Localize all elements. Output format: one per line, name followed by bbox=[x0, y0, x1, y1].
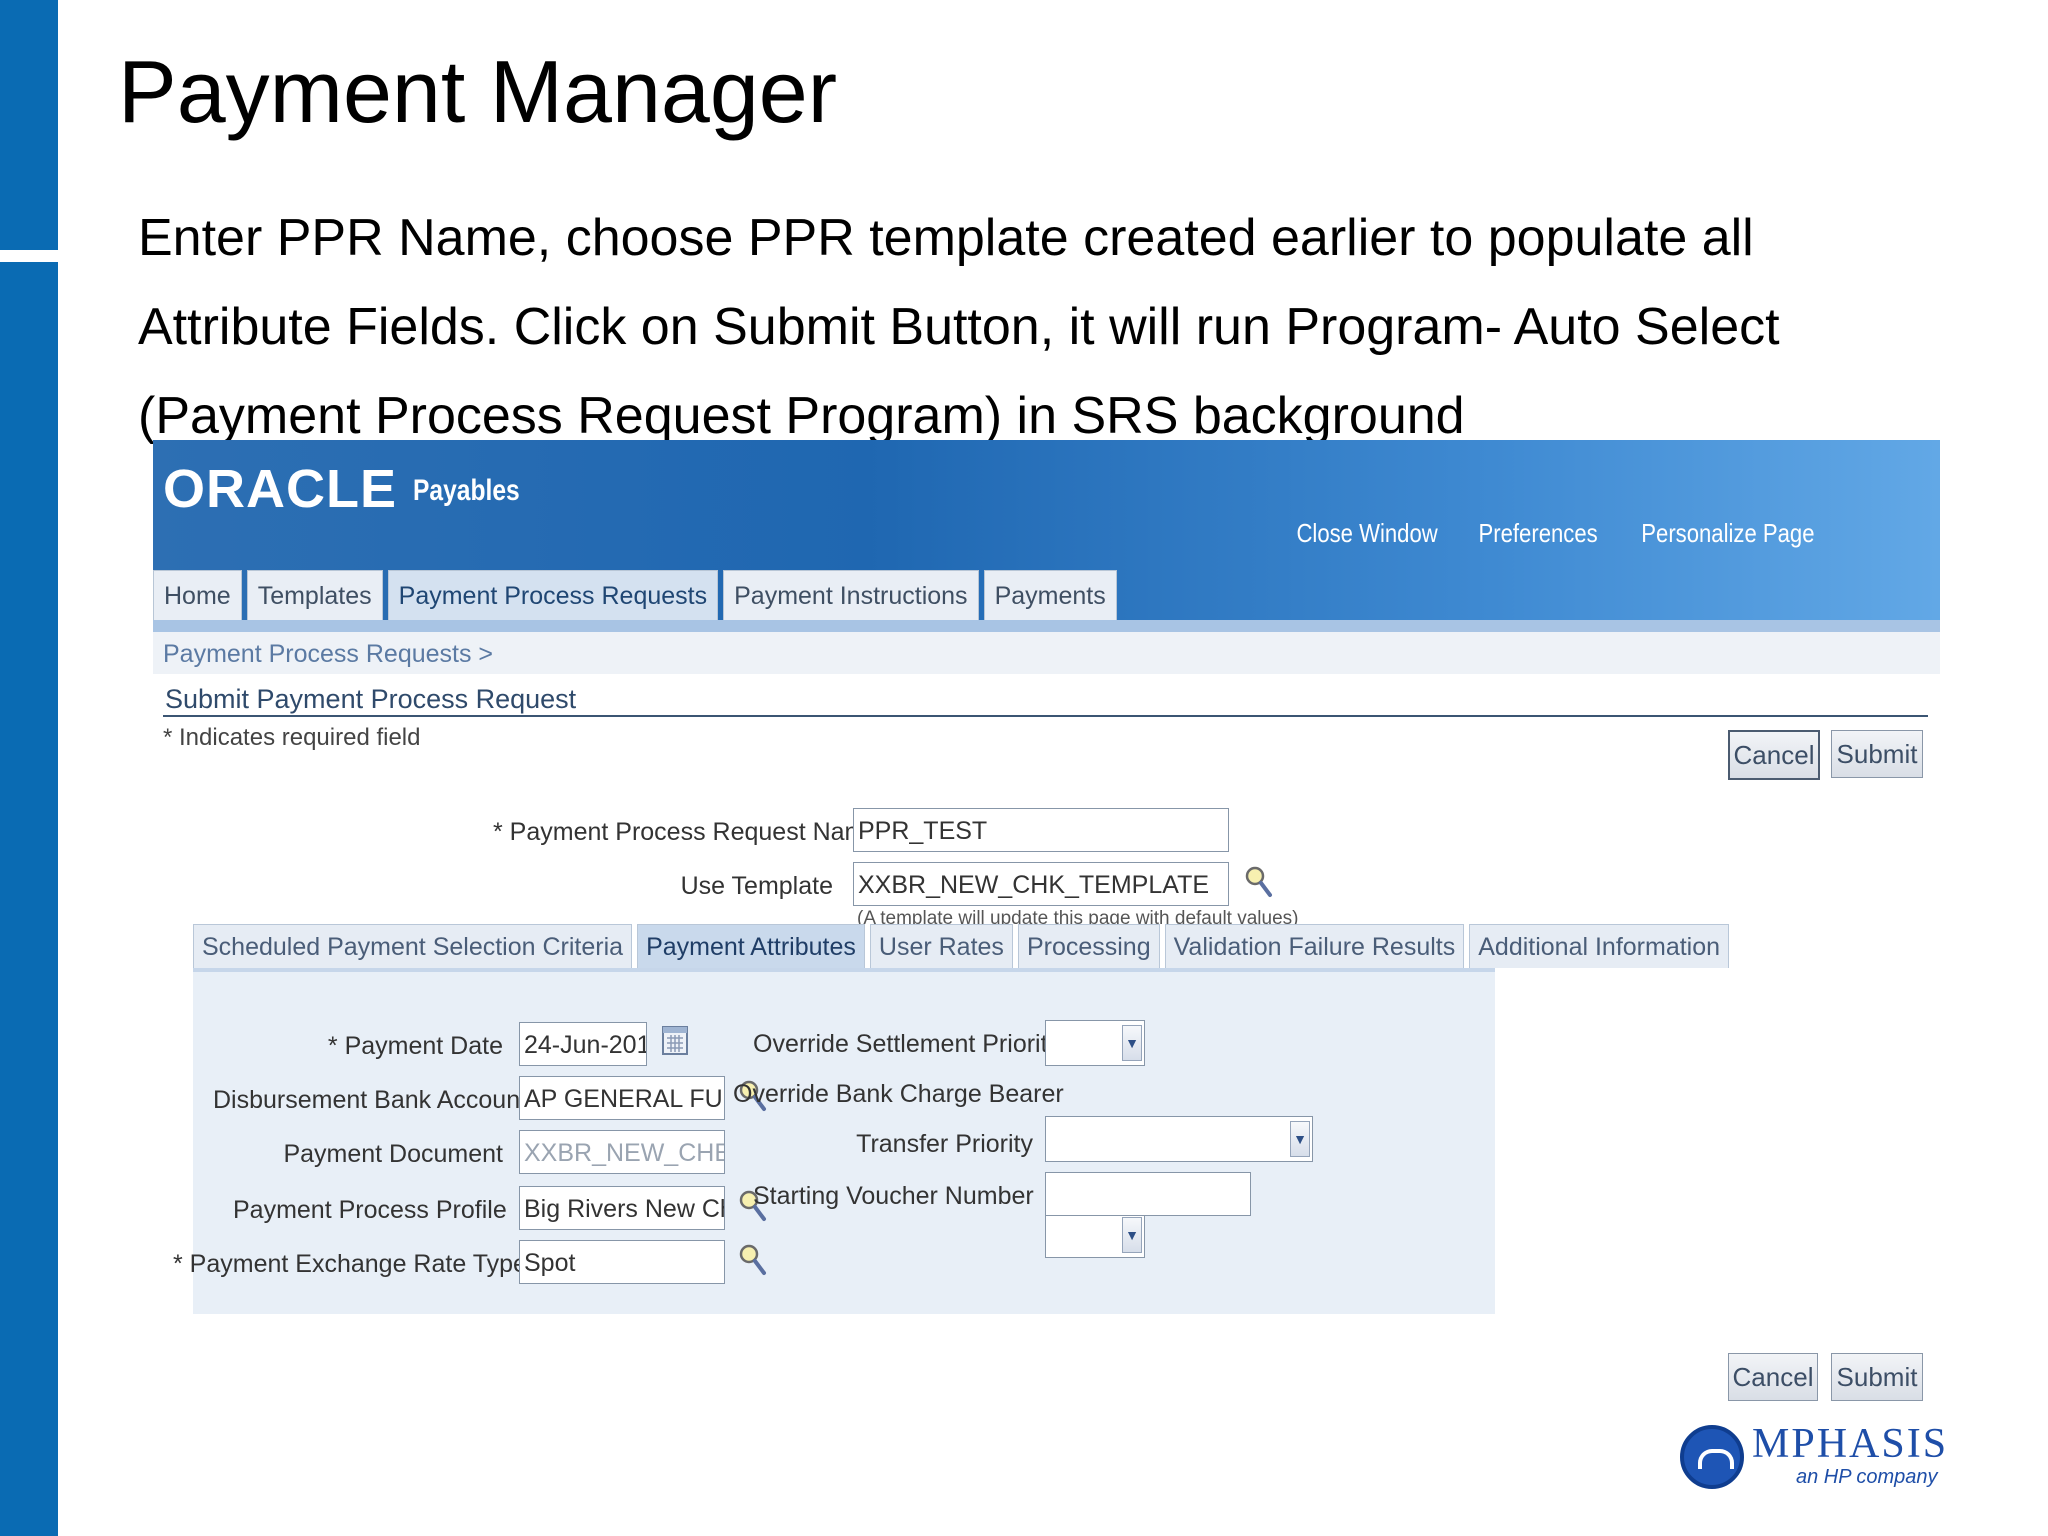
tab-processing[interactable]: Processing bbox=[1017, 924, 1160, 968]
search-icon[interactable] bbox=[1243, 864, 1273, 898]
accent-bar-bottom bbox=[0, 262, 58, 1536]
calendar-icon[interactable] bbox=[661, 1024, 689, 1056]
payment-document-label: Payment Document bbox=[283, 1140, 503, 1168]
template-input[interactable]: XXBR_NEW_CHK_TEMPLATE bbox=[853, 862, 1229, 906]
transfer-priority-select[interactable]: ▼ bbox=[1045, 1212, 1145, 1258]
slide-body-line: Attribute Fields. Click on Submit Button… bbox=[138, 298, 1780, 356]
main-tabs: Home Templates Payment Process Requests … bbox=[153, 570, 1117, 620]
payment-document-input: XXBR_NEW_CHECK_TRI bbox=[519, 1130, 725, 1174]
chevron-down-icon[interactable]: ▼ bbox=[1122, 1025, 1142, 1061]
tab-strip bbox=[153, 620, 1940, 632]
process-profile-label: Payment Process Profile bbox=[233, 1196, 507, 1224]
exchange-rate-input[interactable]: Spot bbox=[519, 1240, 725, 1284]
company-name: MPHASIS bbox=[1752, 1421, 1949, 1467]
settlement-priority-label: Override Settlement Priority bbox=[753, 1030, 1061, 1058]
global-links: Close Window Preferences Personalize Pag… bbox=[1284, 518, 1830, 549]
cancel-button[interactable]: Cancel bbox=[1728, 730, 1820, 780]
tab-user-rates[interactable]: User Rates bbox=[869, 924, 1013, 968]
tab-payments[interactable]: Payments bbox=[983, 570, 1117, 620]
tab-payment-process-requests[interactable]: Payment Process Requests bbox=[387, 570, 719, 620]
bank-charge-label: Override Bank Charge Bearer bbox=[733, 1080, 1064, 1108]
tab-additional-information[interactable]: Additional Information bbox=[1469, 924, 1730, 968]
tab-scheduled-payment-selection-criteria[interactable]: Scheduled Payment Selection Criteria bbox=[193, 924, 633, 968]
search-icon[interactable] bbox=[737, 1242, 767, 1276]
payment-date-input[interactable]: 24-Jun-2010 bbox=[519, 1022, 647, 1066]
close-window-link[interactable]: Close Window bbox=[1296, 518, 1437, 549]
slide-body: Enter PPR Name, choose PPR template crea… bbox=[138, 194, 1978, 461]
voucher-number-input[interactable] bbox=[1045, 1172, 1251, 1216]
payment-date-label: * Payment Date bbox=[327, 1032, 503, 1060]
submit-button[interactable]: Submit bbox=[1831, 730, 1923, 778]
template-label: Use Template bbox=[680, 872, 833, 900]
bank-account-label: Disbursement Bank Account bbox=[213, 1086, 528, 1114]
preferences-link[interactable]: Preferences bbox=[1479, 518, 1598, 549]
bank-charge-select[interactable]: ▼ bbox=[1045, 1116, 1313, 1162]
accent-bar-top bbox=[0, 0, 58, 250]
cancel-button[interactable]: Cancel bbox=[1728, 1353, 1818, 1401]
mphasis-logo-icon bbox=[1680, 1425, 1744, 1489]
settlement-priority-select[interactable]: ▼ bbox=[1045, 1020, 1145, 1066]
title-divider bbox=[163, 715, 1928, 717]
page-title: Submit Payment Process Request bbox=[165, 684, 577, 714]
tab-home[interactable]: Home bbox=[153, 570, 242, 620]
slide-body-line: Enter PPR Name, choose PPR template crea… bbox=[138, 209, 1754, 267]
submit-button[interactable]: Submit bbox=[1831, 1353, 1923, 1401]
ppr-name-input[interactable]: PPR_TEST bbox=[853, 808, 1229, 852]
chevron-down-icon[interactable]: ▼ bbox=[1290, 1121, 1310, 1157]
sub-tabs: Scheduled Payment Selection Criteria Pay… bbox=[193, 924, 1730, 968]
personalize-page-link[interactable]: Personalize Page bbox=[1641, 518, 1814, 549]
exchange-rate-label: * Payment Exchange Rate Type bbox=[173, 1250, 527, 1278]
product-name: Payables bbox=[413, 474, 520, 507]
ppr-name-label: * Payment Process Request Name bbox=[493, 818, 880, 846]
breadcrumb[interactable]: Payment Process Requests > bbox=[163, 640, 493, 669]
process-profile-input[interactable]: Big Rivers New Check Pr bbox=[519, 1186, 725, 1230]
tab-validation-failure-results[interactable]: Validation Failure Results bbox=[1164, 924, 1465, 968]
oracle-screenshot: ORACLE Payables Close Window Preferences… bbox=[153, 440, 1940, 1510]
oracle-logo: ORACLE bbox=[163, 459, 397, 519]
transfer-priority-label: Transfer Priority bbox=[856, 1130, 1033, 1158]
tab-templates[interactable]: Templates bbox=[246, 570, 383, 620]
tab-payment-attributes[interactable]: Payment Attributes bbox=[637, 924, 865, 968]
required-note: * Indicates required field bbox=[163, 724, 421, 751]
tab-payment-instructions[interactable]: Payment Instructions bbox=[723, 570, 979, 620]
voucher-number-label: Starting Voucher Number bbox=[753, 1182, 1034, 1210]
chevron-down-icon[interactable]: ▼ bbox=[1122, 1217, 1142, 1253]
company-tagline: an HP company bbox=[1796, 1466, 1938, 1488]
slide-title: Payment Manager bbox=[118, 42, 838, 141]
bank-account-input[interactable]: AP GENERAL FUND bbox=[519, 1076, 725, 1120]
